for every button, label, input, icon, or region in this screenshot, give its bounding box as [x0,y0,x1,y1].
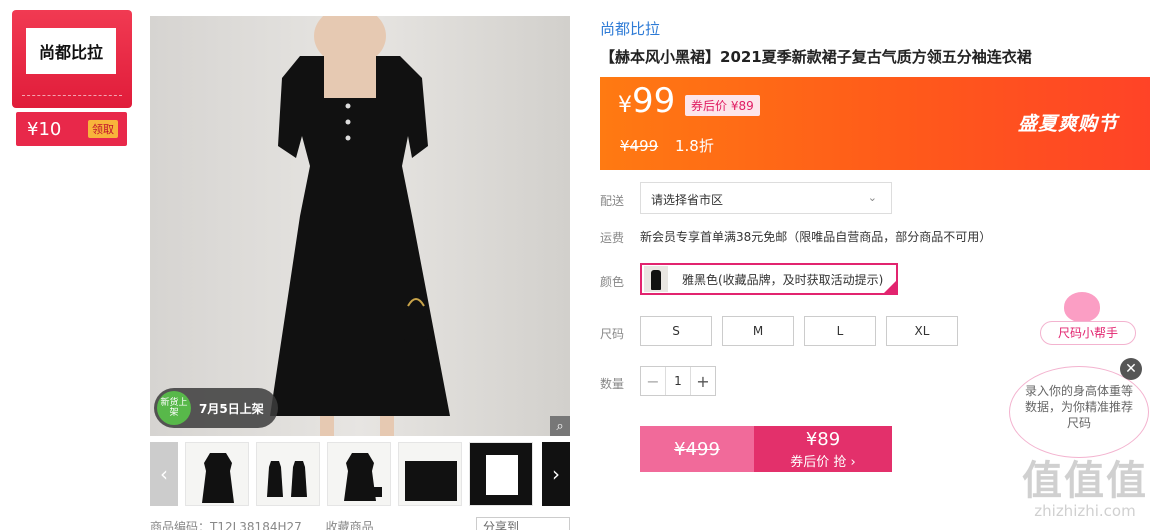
arrival-date: 7月5日上架 [199,401,264,416]
watermark: 值值值 zhizhizhi.com [1010,448,1160,520]
discount: 1.8折 [674,137,714,155]
dress-illustration [270,16,450,436]
brand-link[interactable]: 尚都比拉 [600,18,660,39]
quantity-minus-button[interactable]: − [641,367,665,395]
thumbnail-image [267,461,307,497]
coupon-value: ¥10 [27,118,62,140]
color-option-black[interactable]: 雅黑色(收藏品牌，及时获取活动提示) [640,263,898,295]
thumbnail-prev-button[interactable]: ‹ [150,442,178,506]
buy-with-coupon-button[interactable]: ¥89 券后价 抢 › [754,426,892,472]
thumbnail[interactable] [185,442,249,506]
price-original-row: ¥499 1.8折 [620,135,714,156]
product-meta: 商品编码：T12L38184H27 收藏商品 [150,518,394,530]
thumbnail-image [202,453,234,503]
quantity-input[interactable]: 1 [665,367,691,395]
size-label: 尺码 [600,327,625,341]
quantity-stepper: − 1 + [640,366,716,396]
size-option-s[interactable]: S [640,316,712,346]
zoom-icon[interactable]: ⌕ [550,416,570,436]
current-price: ¥99 [618,81,675,121]
original-price: ¥499 [620,137,659,155]
buy-coupon-price: ¥89 [805,429,841,450]
chevron-down-icon: ⌄ [867,191,877,204]
delivery-label: 配送 [600,194,625,208]
thumbnail-image [470,443,532,505]
thumbnail-image [344,453,382,501]
share-button[interactable]: 分享到 [476,517,570,530]
new-arrival-badge: 新货上架 7月5日上架 [154,388,278,428]
thumbnail-next-button[interactable]: › [542,442,570,506]
thumbnail[interactable] [327,442,391,506]
thumbnail[interactable] [256,442,320,506]
thumbnail[interactable] [469,442,533,506]
brand-coupon[interactable]: ¥10 领取 [16,112,127,146]
size-helper-button[interactable]: 尺码小帮手 [1040,321,1136,345]
favorite-button[interactable]: 收藏商品 [326,520,374,530]
after-coupon-price: 券后价 ¥89 [685,95,760,116]
close-icon[interactable]: ✕ [1120,358,1142,380]
product-main-image[interactable]: 新货上架 7月5日上架 ⌕ [150,16,570,436]
quantity-label: 数量 [600,377,625,391]
shipping-label: 运费 [600,231,625,245]
quantity-plus-button[interactable]: + [691,367,715,395]
buy-original-price: ¥499 [674,438,720,460]
currency-symbol: ¥ [618,93,632,118]
shipping-info: 新会员专享首单满38元免邮（限唯品自营商品，部分商品不可用） [640,230,992,244]
region-select[interactable]: 请选择省市区 ⌄ [640,182,892,214]
price-value: 99 [632,81,676,121]
color-swatch [644,266,668,292]
thumbnail[interactable] [398,442,462,506]
buy-coupon-action: 券后价 抢 › [790,455,856,470]
selected-check-icon [883,280,897,294]
size-option-xl[interactable]: XL [886,316,958,346]
watermark-logo: 值值值 [1022,458,1148,504]
claim-coupon-button[interactable]: 领取 [88,120,118,138]
region-placeholder: 请选择省市区 [651,193,724,207]
color-option-label: 雅黑色(收藏品牌，及时获取活动提示) [682,272,884,287]
divider [22,95,122,96]
product-code: 商品编码：T12L38184H27 [150,520,302,530]
size-option-l[interactable]: L [804,316,876,346]
thumbnail-image [405,461,457,501]
price-banner: ¥99 券后价 ¥89 ¥499 1.8折 盛夏爽购节 [600,77,1150,170]
brand-logo: 尚都比拉 [26,28,116,74]
buy-original-price-button[interactable]: ¥499 [640,426,754,472]
sale-event-title: 盛夏爽购节 [1017,113,1118,135]
size-option-m[interactable]: M [722,316,794,346]
color-label: 颜色 [600,275,625,289]
brand-card[interactable]: 尚都比拉 [12,10,132,108]
mascot-icon [1064,292,1100,322]
new-arrival-icon: 新货上架 [157,391,191,425]
product-title: 【赫本风小黑裙】2021夏季新款裙子复古气质方领五分袖连衣裙 [600,48,1032,66]
